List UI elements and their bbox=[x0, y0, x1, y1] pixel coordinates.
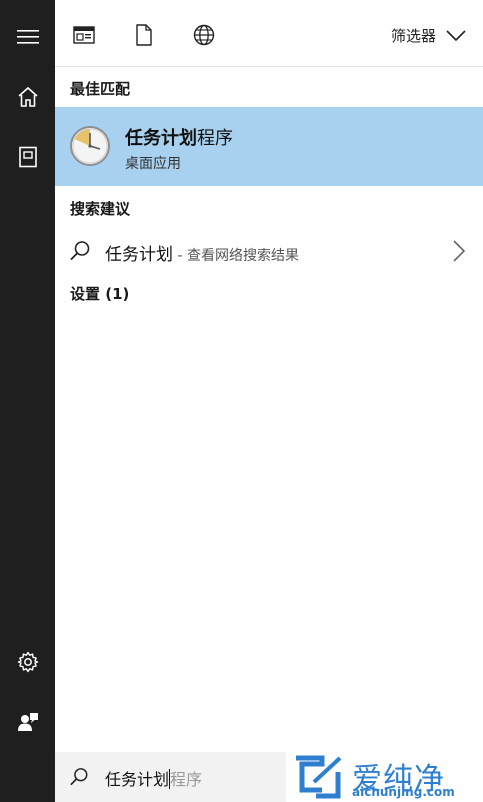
menu-button[interactable] bbox=[0, 12, 55, 62]
search-input[interactable]: 任务计划程序 bbox=[105, 766, 202, 790]
filter-dropdown[interactable]: 筛选器 bbox=[391, 25, 466, 46]
watermark-logo bbox=[296, 755, 342, 799]
home-button[interactable] bbox=[0, 72, 55, 122]
person-feedback-icon bbox=[17, 713, 38, 731]
home-icon bbox=[17, 86, 38, 107]
document-icon bbox=[136, 24, 152, 46]
search-autocomplete-text: 程序 bbox=[170, 770, 203, 789]
notebook-icon bbox=[18, 146, 37, 168]
scope-toolbar: 筛选器 bbox=[55, 0, 483, 67]
best-match-title: 任务计划程序 bbox=[125, 124, 233, 150]
task-scheduler-app-icon bbox=[69, 125, 111, 171]
watermark-url: aichunjing.com bbox=[352, 785, 455, 799]
gear-icon bbox=[17, 651, 38, 673]
notebook-button[interactable] bbox=[0, 132, 55, 182]
best-match-subtitle: 桌面应用 bbox=[125, 156, 181, 172]
globe-icon bbox=[193, 24, 215, 46]
documents-scope-button[interactable] bbox=[132, 23, 156, 47]
web-suggestion-hint: - 查看网络搜索结果 bbox=[173, 248, 299, 264]
suggestions-heading: 搜索建议 bbox=[70, 200, 131, 218]
web-suggestion-query: 任务计划 bbox=[105, 245, 173, 265]
apps-list-icon bbox=[73, 26, 95, 44]
best-match-heading: 最佳匹配 bbox=[70, 80, 131, 98]
settings-heading[interactable]: 设置 (1) bbox=[70, 283, 129, 304]
best-match-title-match: 任务计划 bbox=[125, 128, 197, 149]
web-suggestion-text: 任务计划 - 查看网络搜索结果 bbox=[105, 240, 299, 265]
web-suggestion-item[interactable]: 任务计划 - 查看网络搜索结果 bbox=[55, 230, 483, 272]
search-icon bbox=[69, 767, 89, 791]
web-scope-button[interactable] bbox=[192, 23, 216, 47]
search-results-panel: 筛选器 最佳匹配 任务计划程序 桌面应用 搜索建议 任务计划 - 查看网络搜索结… bbox=[55, 0, 483, 802]
apps-scope-button[interactable] bbox=[72, 23, 96, 47]
filter-label: 筛选器 bbox=[390, 27, 436, 45]
search-icon bbox=[69, 240, 91, 266]
clock-icon bbox=[70, 126, 110, 166]
best-match-result[interactable]: 任务计划程序 桌面应用 bbox=[55, 107, 483, 186]
chevron-down-icon bbox=[446, 29, 466, 41]
chevron-right-icon[interactable] bbox=[453, 240, 466, 266]
hamburger-menu-icon bbox=[16, 30, 39, 44]
settings-button[interactable] bbox=[0, 637, 55, 687]
best-match-title-rest: 程序 bbox=[197, 128, 233, 149]
feedback-button[interactable] bbox=[0, 697, 55, 747]
start-left-rail bbox=[0, 0, 55, 802]
search-typed-text: 任务计划 bbox=[105, 770, 170, 789]
search-box[interactable]: 任务计划程序 bbox=[55, 752, 286, 802]
watermark: 爱纯净 aichunjing.com bbox=[286, 752, 483, 802]
